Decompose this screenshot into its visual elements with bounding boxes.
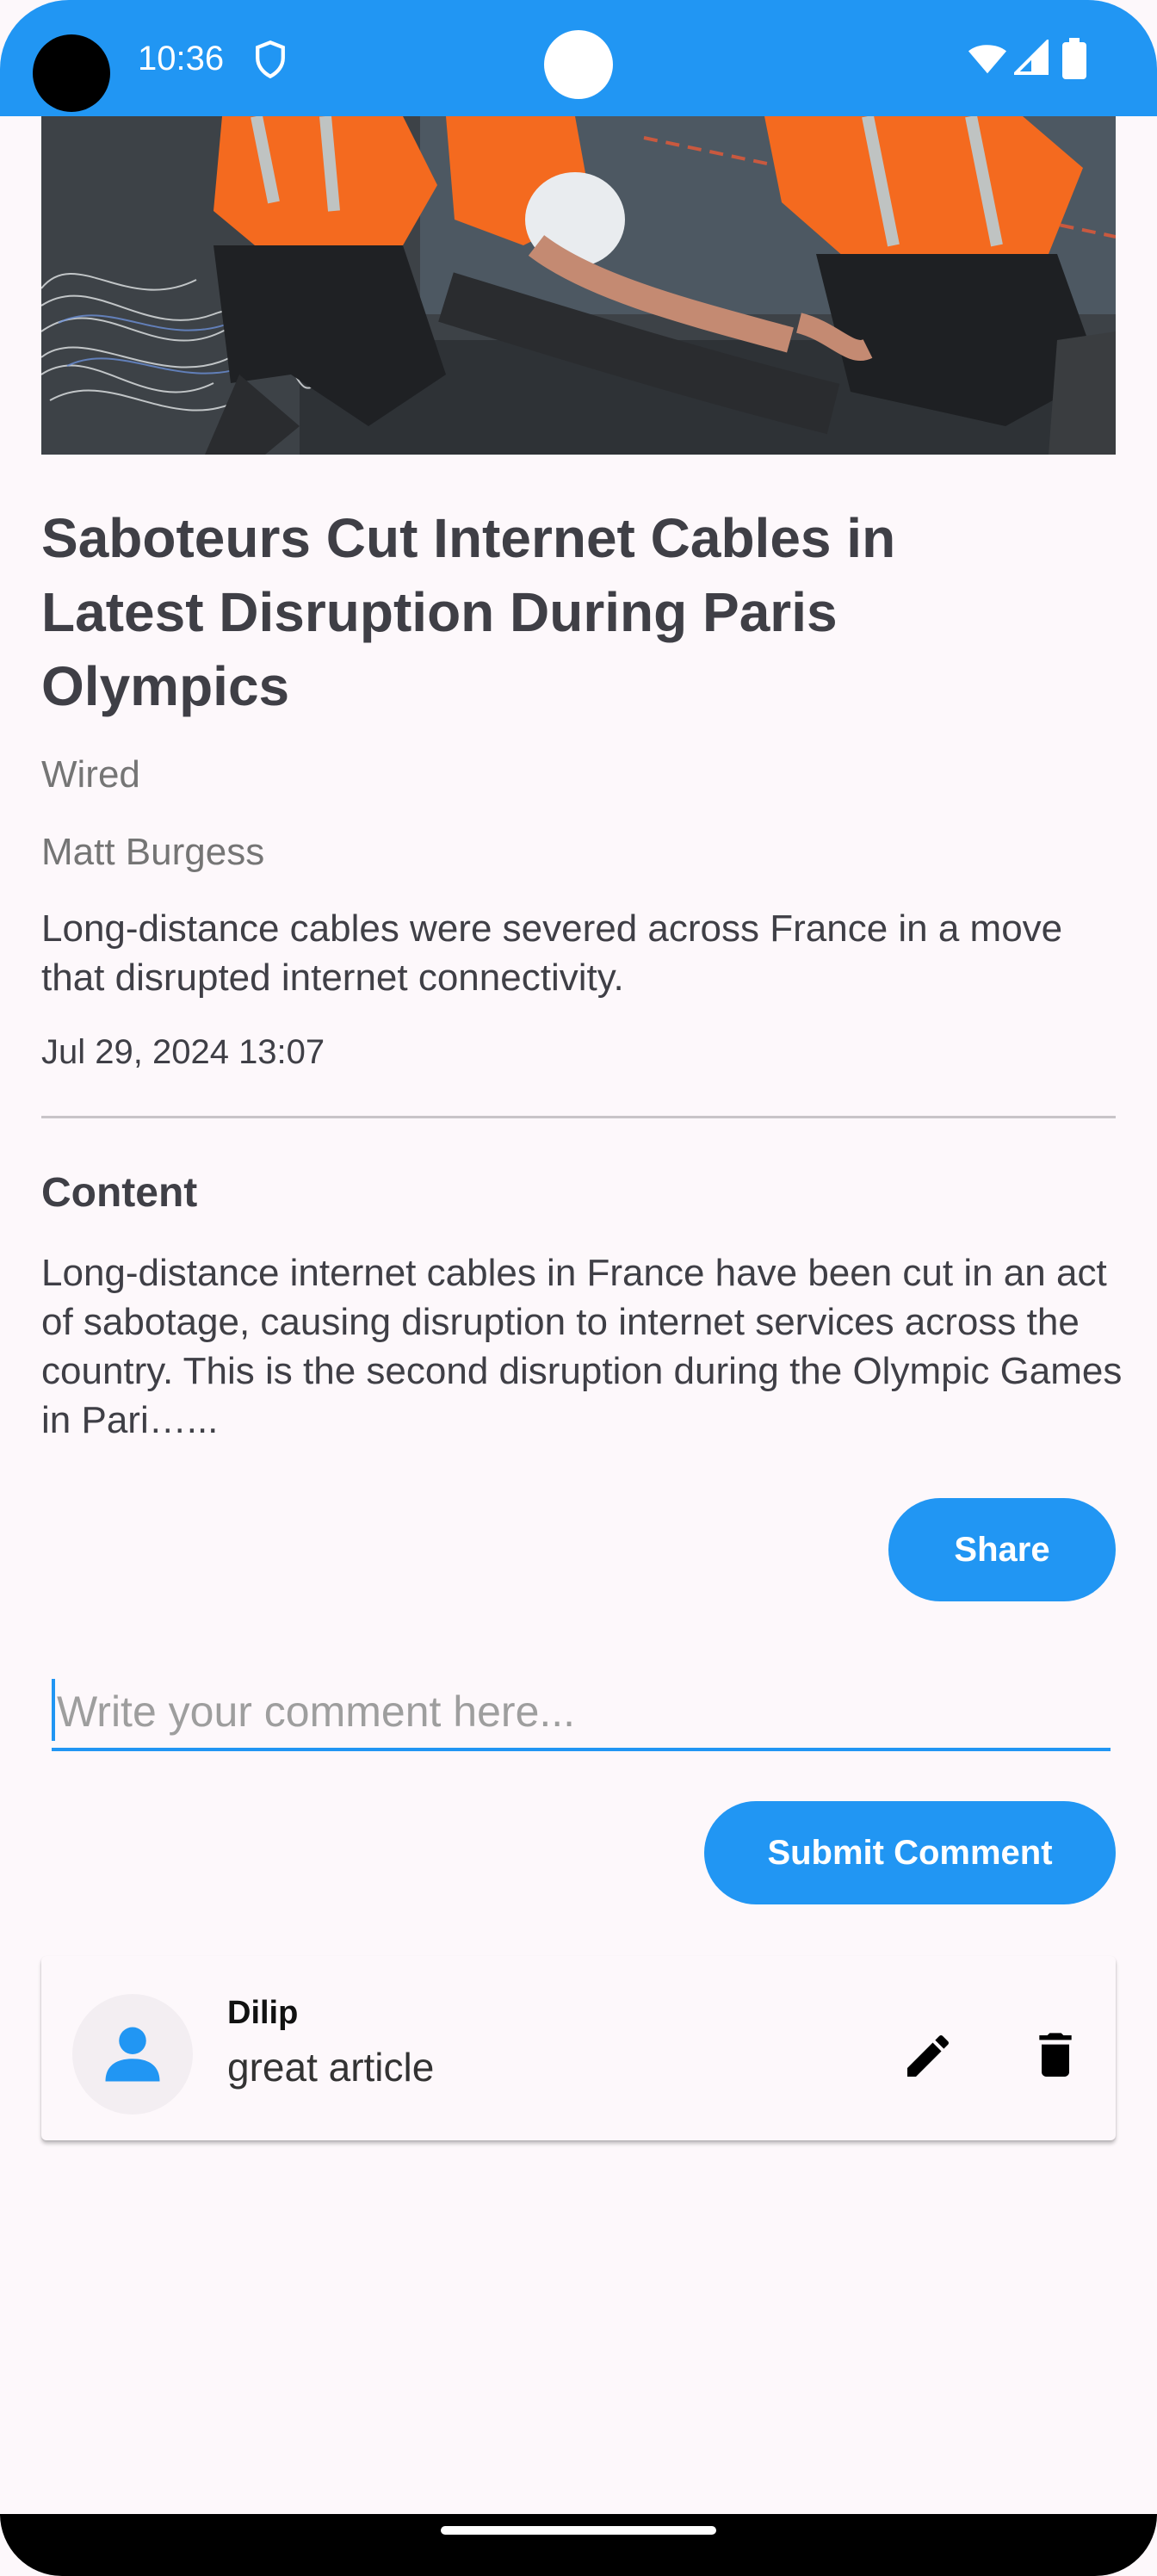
divider: [41, 1116, 1116, 1118]
edit-comment-button[interactable]: [883, 2011, 973, 2101]
front-camera-dot: [544, 30, 613, 99]
article-source: Wired: [41, 753, 140, 796]
comment-text: great article: [227, 2045, 435, 2090]
person-icon: [105, 2027, 160, 2082]
edit-icon: [907, 2034, 950, 2077]
signal-icon: [1014, 40, 1049, 75]
article-description: Long-distance cables were severed across…: [41, 907, 1063, 999]
wifi-icon: [968, 45, 1007, 74]
article-content: Long-distance internet cables in France …: [41, 1252, 1123, 1441]
comment-input[interactable]: [52, 1675, 1111, 1751]
avatar: [72, 1994, 193, 2115]
status-bar: 10:36: [0, 0, 1157, 116]
comment-field[interactable]: [52, 1675, 1111, 1753]
content-heading: Content: [41, 1170, 198, 1216]
article-title: Saboteurs Cut Internet Cables in Latest …: [41, 507, 896, 717]
status-time: 10:36: [138, 40, 225, 77]
navigation-bar: [0, 2514, 1157, 2576]
battery-icon: [1062, 38, 1086, 79]
article-image: [41, 116, 1116, 455]
screen: 10:36 Saboteurs Cut Internet Cables in L…: [0, 0, 1157, 2576]
home-indicator[interactable]: [441, 2526, 716, 2535]
delete-comment-button[interactable]: [1011, 2011, 1100, 2101]
submit-comment-button[interactable]: Submit Comment: [704, 1801, 1116, 1904]
delete-icon: [1039, 2033, 1072, 2077]
text-cursor: [52, 1679, 55, 1741]
comment-card: Dilip great article: [41, 1956, 1116, 2140]
camera-cutout: [33, 34, 110, 112]
article-date: Jul 29, 2024 13:07: [41, 1033, 325, 1071]
shield-icon: [256, 40, 285, 79]
comment-author: Dilip: [227, 1995, 299, 2031]
share-button[interactable]: Share: [888, 1498, 1116, 1601]
article-author: Matt Burgess: [41, 831, 265, 873]
